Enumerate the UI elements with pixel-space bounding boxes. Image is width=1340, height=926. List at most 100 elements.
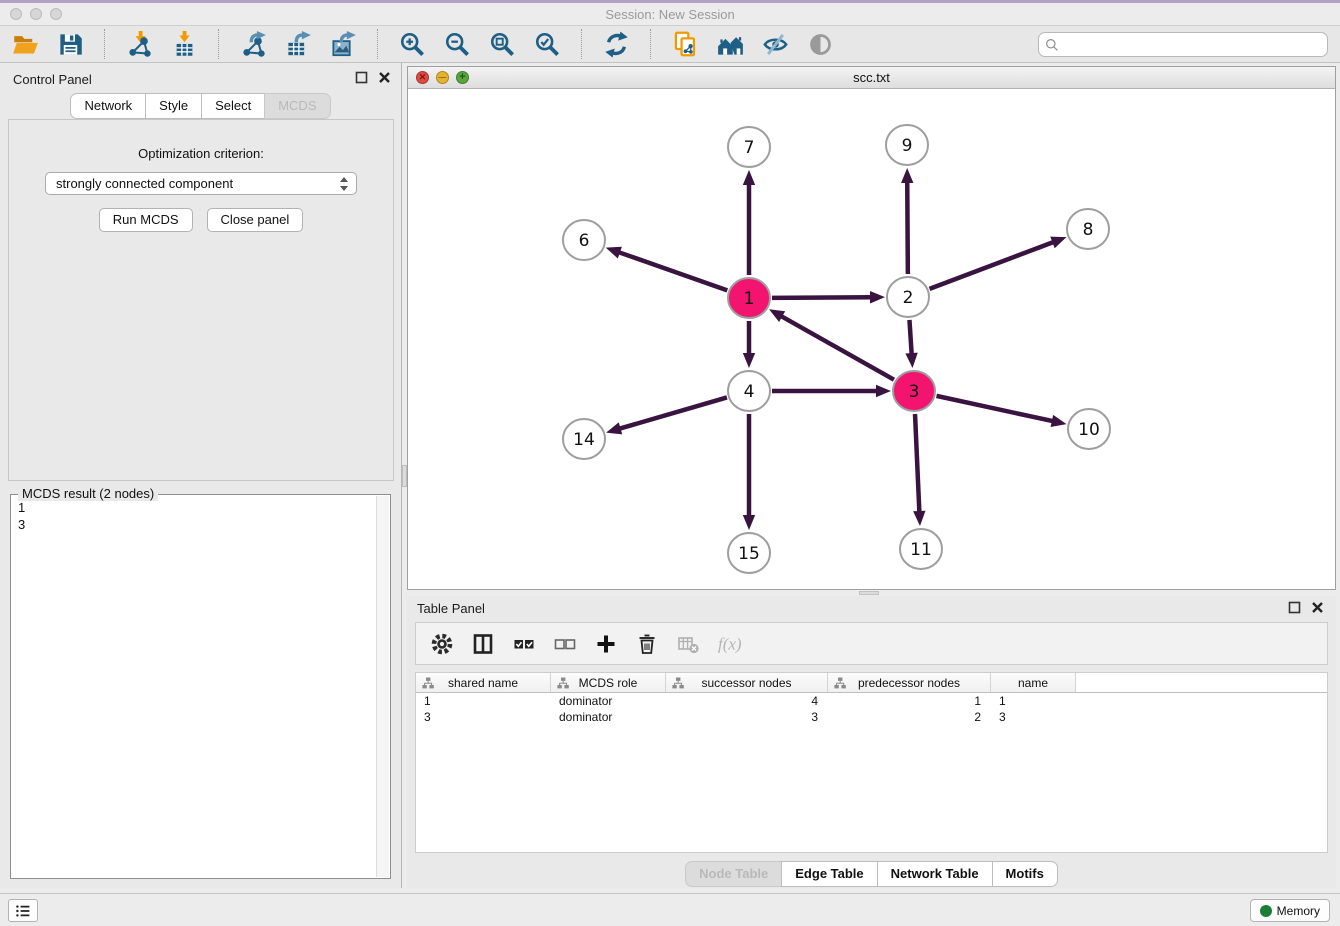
- splitter-grip[interactable]: [859, 591, 879, 595]
- tab-network[interactable]: Network: [70, 93, 146, 119]
- column-mode-button[interactable]: [469, 630, 497, 658]
- tab-node-table[interactable]: Node Table: [685, 861, 782, 887]
- graph-edge-2-8[interactable]: [930, 242, 1055, 289]
- graph-edge-arrowhead: [1051, 415, 1067, 427]
- add-row-button[interactable]: [592, 630, 620, 658]
- save-session-icon: [57, 31, 84, 58]
- table-cell[interactable]: 1: [828, 693, 991, 709]
- close-table-panel-icon[interactable]: [1311, 601, 1324, 614]
- zoom-selected-icon: [534, 31, 561, 58]
- graph-edge-1-2[interactable]: [772, 297, 872, 298]
- unselect-all-button[interactable]: [551, 630, 579, 658]
- toolbar-separator: [377, 29, 378, 59]
- zoom-out-button[interactable]: [440, 28, 474, 60]
- network-window-titlebar[interactable]: scc.txt: [408, 67, 1335, 89]
- search-input[interactable]: [1063, 34, 1323, 55]
- mcds-result-list[interactable]: 1 3: [13, 497, 375, 876]
- table-row[interactable]: 3dominator323: [416, 709, 1327, 725]
- table-cell[interactable]: 2: [828, 709, 991, 725]
- status-bar: Memory: [0, 893, 1340, 926]
- criterion-dropdown-value: strongly connected component: [56, 176, 233, 191]
- select-all-icon: [512, 632, 536, 656]
- network-overview-button[interactable]: [713, 28, 747, 60]
- column-header-predecessor-nodes[interactable]: predecessor nodes: [828, 673, 991, 692]
- table-cell[interactable]: 1: [991, 693, 1076, 709]
- graph-edge-3-11[interactable]: [915, 414, 919, 513]
- hierarchy-icon: [422, 677, 434, 689]
- zoom-fit-button[interactable]: [485, 28, 519, 60]
- export-table-icon: [285, 31, 312, 58]
- save-session-button[interactable]: [53, 28, 87, 60]
- column-label: predecessor nodes: [858, 676, 960, 690]
- graph-edge-3-1[interactable]: [780, 316, 894, 380]
- criterion-dropdown[interactable]: strongly connected component: [45, 172, 357, 195]
- graph-edge-2-9[interactable]: [907, 181, 908, 274]
- control-panel-title: Control Panel: [13, 72, 92, 87]
- export-table-button[interactable]: [281, 28, 315, 60]
- table-cell[interactable]: dominator: [551, 693, 666, 709]
- network-canvas[interactable]: 7968124314101511: [408, 89, 1335, 589]
- new-network-from-selection-button[interactable]: [668, 28, 702, 60]
- control-panel: Control Panel NetworkStyleSelectMCDS Opt…: [0, 63, 402, 888]
- tab-select[interactable]: Select: [201, 93, 265, 119]
- import-table-button[interactable]: [167, 28, 201, 60]
- column-header-successor-nodes[interactable]: successor nodes: [666, 673, 828, 692]
- column-mode-icon: [471, 632, 495, 656]
- svg-text:f(x): f(x): [718, 634, 741, 653]
- hierarchy-icon: [672, 677, 684, 689]
- tab-style[interactable]: Style: [145, 93, 202, 119]
- table-cell[interactable]: dominator: [551, 709, 666, 725]
- float-table-panel-icon[interactable]: [1288, 601, 1301, 614]
- close-panel-button[interactable]: Close panel: [207, 208, 304, 232]
- graph-node-label: 3: [909, 382, 920, 402]
- task-history-button[interactable]: [8, 899, 38, 922]
- graph-node-label: 9: [902, 136, 913, 156]
- graph-edge-4-14[interactable]: [619, 397, 727, 429]
- network-graph[interactable]: 7968124314101511: [408, 89, 1335, 589]
- tab-motifs[interactable]: Motifs: [992, 861, 1058, 887]
- refresh-button[interactable]: [599, 28, 633, 60]
- graph-node-label: 15: [738, 544, 760, 564]
- tab-edge-table[interactable]: Edge Table: [781, 861, 877, 887]
- import-network-button[interactable]: [122, 28, 156, 60]
- graph-node-label: 11: [910, 540, 932, 560]
- column-header-MCDS-role[interactable]: MCDS role: [551, 673, 666, 692]
- add-row-icon: [594, 632, 618, 656]
- table-settings-icon: [430, 632, 454, 656]
- hide-graphics-details-button[interactable]: [758, 28, 792, 60]
- float-panel-icon[interactable]: [355, 71, 368, 84]
- result-scrollbar[interactable]: [376, 496, 389, 877]
- table-cell[interactable]: 4: [666, 693, 828, 709]
- search-box[interactable]: [1038, 32, 1328, 57]
- open-session-button[interactable]: [8, 28, 42, 60]
- zoom-in-button[interactable]: [395, 28, 429, 60]
- export-network-button[interactable]: [236, 28, 270, 60]
- toolbar-separator: [104, 29, 105, 59]
- network-view-window: scc.txt 7968124314101511: [407, 66, 1336, 590]
- table-cell[interactable]: 3: [416, 709, 551, 725]
- show-graphics-details-button[interactable]: [803, 28, 837, 60]
- graph-node-label: 14: [573, 430, 595, 450]
- memory-button[interactable]: Memory: [1250, 899, 1330, 922]
- delete-row-button[interactable]: [633, 630, 661, 658]
- close-panel-icon[interactable]: [378, 71, 391, 84]
- table-cell[interactable]: 3: [666, 709, 828, 725]
- graph-edge-3-10[interactable]: [936, 396, 1053, 421]
- table-settings-button[interactable]: [428, 630, 456, 658]
- table-row[interactable]: 1dominator411: [416, 693, 1327, 709]
- tab-mcds[interactable]: MCDS: [264, 93, 330, 119]
- column-header-shared-name[interactable]: shared name: [416, 673, 551, 692]
- tab-network-table[interactable]: Network Table: [877, 861, 993, 887]
- select-all-button[interactable]: [510, 630, 538, 658]
- zoom-selected-button[interactable]: [530, 28, 564, 60]
- table-cell[interactable]: 3: [991, 709, 1076, 725]
- graph-node-label: 1: [744, 289, 755, 309]
- graph-edge-arrowhead: [743, 170, 755, 185]
- graph-node-label: 6: [579, 231, 590, 251]
- run-mcds-button[interactable]: Run MCDS: [99, 208, 193, 232]
- column-header-name[interactable]: name: [991, 673, 1076, 692]
- export-image-button[interactable]: [326, 28, 360, 60]
- graph-edge-2-3[interactable]: [909, 320, 911, 355]
- table-cell[interactable]: 1: [416, 693, 551, 709]
- graph-edge-1-6[interactable]: [618, 252, 727, 290]
